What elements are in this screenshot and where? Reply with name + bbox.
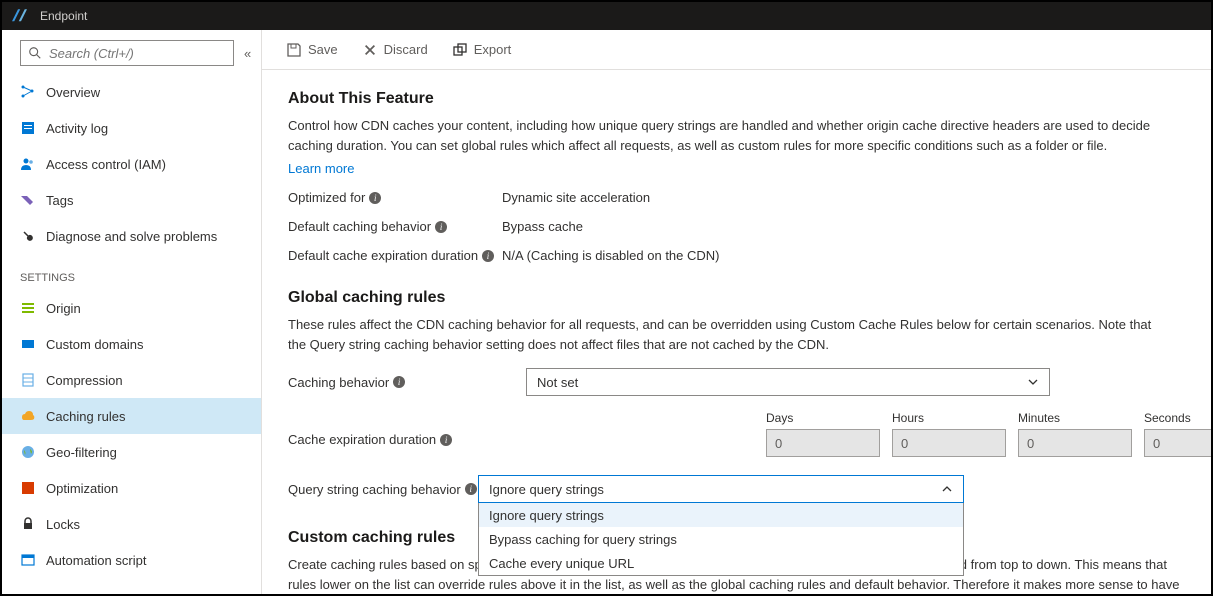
nav-label: Origin — [46, 301, 81, 316]
overview-icon — [20, 84, 36, 100]
caching-behavior-value: Not set — [537, 375, 578, 390]
nav-label: Tags — [46, 193, 73, 208]
discard-button[interactable]: Discard — [362, 42, 428, 58]
caching-behavior-label: Caching behavior — [288, 375, 389, 390]
info-icon[interactable]: i — [369, 192, 381, 204]
content-area: About This Feature Control how CDN cache… — [262, 70, 1211, 594]
nav-compression[interactable]: Compression — [2, 362, 261, 398]
seconds-label: Seconds — [1144, 411, 1211, 425]
nav-caching-rules[interactable]: Caching rules — [2, 398, 261, 434]
info-icon[interactable]: i — [393, 376, 405, 388]
nav-diagnose[interactable]: Diagnose and solve problems — [2, 218, 261, 254]
chevron-down-icon — [1027, 376, 1039, 388]
globe-icon — [20, 444, 36, 460]
discard-icon — [362, 42, 378, 58]
export-button[interactable]: Export — [452, 42, 512, 58]
nav-label: Diagnose and solve problems — [46, 229, 217, 244]
search-input[interactable] — [49, 46, 227, 61]
nav-label: Locks — [46, 517, 80, 532]
toolbar: Save Discard Export — [262, 30, 1211, 70]
qs-behavior-select[interactable]: Ignore query strings — [478, 475, 964, 503]
caching-behavior-select[interactable]: Not set — [526, 368, 1050, 396]
nav-label: Overview — [46, 85, 100, 100]
lock-icon — [20, 516, 36, 532]
nav-access-control[interactable]: Access control (IAM) — [2, 146, 261, 182]
default-behavior-value: Bypass cache — [502, 219, 583, 234]
nav-label: Activity log — [46, 121, 108, 136]
days-label: Days — [766, 411, 880, 425]
nav-activity-log[interactable]: Activity log — [2, 110, 261, 146]
nav-label: Automation script — [46, 553, 146, 568]
default-behavior-label: Default caching behavior — [288, 219, 431, 234]
nav-label: Geo-filtering — [46, 445, 117, 460]
azure-logo — [12, 9, 30, 23]
info-icon[interactable]: i — [440, 434, 452, 446]
nav-tags[interactable]: Tags — [2, 182, 261, 218]
info-icon[interactable]: i — [465, 483, 477, 495]
global-rules-title: Global caching rules — [288, 289, 1185, 307]
nav-locks[interactable]: Locks — [2, 506, 261, 542]
default-expiration-label: Default cache expiration duration — [288, 248, 478, 263]
info-icon[interactable]: i — [435, 221, 447, 233]
discard-label: Discard — [384, 42, 428, 57]
learn-more-link[interactable]: Learn more — [288, 161, 354, 176]
nav-label: Custom domains — [46, 337, 144, 352]
dropdown-option[interactable]: Ignore query strings — [479, 503, 963, 527]
optimization-icon — [20, 480, 36, 496]
caching-icon — [20, 408, 36, 424]
optimized-for-label: Optimized for — [288, 190, 365, 205]
seconds-input — [1144, 429, 1211, 457]
qs-behavior-label: Query string caching behavior — [288, 482, 461, 497]
tags-icon — [20, 192, 36, 208]
about-description: Control how CDN caches your content, inc… — [288, 116, 1168, 155]
domains-icon — [20, 336, 36, 352]
nav-custom-domains[interactable]: Custom domains — [2, 326, 261, 362]
qs-behavior-dropdown: Ignore query strings Bypass caching for … — [478, 503, 964, 576]
settings-section-label: SETTINGS — [2, 254, 261, 290]
origin-icon — [20, 300, 36, 316]
wrench-icon — [20, 228, 36, 244]
collapse-sidebar-button[interactable]: « — [244, 46, 251, 61]
save-label: Save — [308, 42, 338, 57]
nav-label: Optimization — [46, 481, 118, 496]
script-icon — [20, 552, 36, 568]
days-input — [766, 429, 880, 457]
search-icon — [27, 45, 43, 61]
nav-label: Caching rules — [46, 409, 126, 424]
optimized-for-value: Dynamic site acceleration — [502, 190, 650, 205]
save-icon — [286, 42, 302, 58]
minutes-label: Minutes — [1018, 411, 1132, 425]
nav-automation-script[interactable]: Automation script — [2, 542, 261, 578]
export-label: Export — [474, 42, 512, 57]
global-rules-description: These rules affect the CDN caching behav… — [288, 315, 1168, 354]
nav-overview[interactable]: Overview — [2, 74, 261, 110]
nav-optimization[interactable]: Optimization — [2, 470, 261, 506]
sidebar: « Overview Activity log Access control (… — [2, 30, 262, 594]
expiration-label: Cache expiration duration — [288, 432, 436, 447]
about-title: About This Feature — [288, 90, 1185, 108]
minutes-input — [1018, 429, 1132, 457]
nav-origin[interactable]: Origin — [2, 290, 261, 326]
info-icon[interactable]: i — [482, 250, 494, 262]
chevron-up-icon — [941, 483, 953, 495]
dropdown-option[interactable]: Bypass caching for query strings — [479, 527, 963, 551]
dropdown-option[interactable]: Cache every unique URL — [479, 551, 963, 575]
nav-geo-filtering[interactable]: Geo-filtering — [2, 434, 261, 470]
default-expiration-value: N/A (Caching is disabled on the CDN) — [502, 248, 720, 263]
top-bar: Endpoint — [2, 2, 1211, 30]
log-icon — [20, 120, 36, 136]
qs-behavior-value: Ignore query strings — [489, 482, 604, 497]
hours-label: Hours — [892, 411, 1006, 425]
breadcrumb: Endpoint — [40, 9, 87, 23]
save-button[interactable]: Save — [286, 42, 338, 58]
hours-input — [892, 429, 1006, 457]
compression-icon — [20, 372, 36, 388]
nav-label: Compression — [46, 373, 123, 388]
search-box[interactable] — [20, 40, 234, 66]
nav-label: Access control (IAM) — [46, 157, 166, 172]
export-icon — [452, 42, 468, 58]
people-icon — [20, 156, 36, 172]
